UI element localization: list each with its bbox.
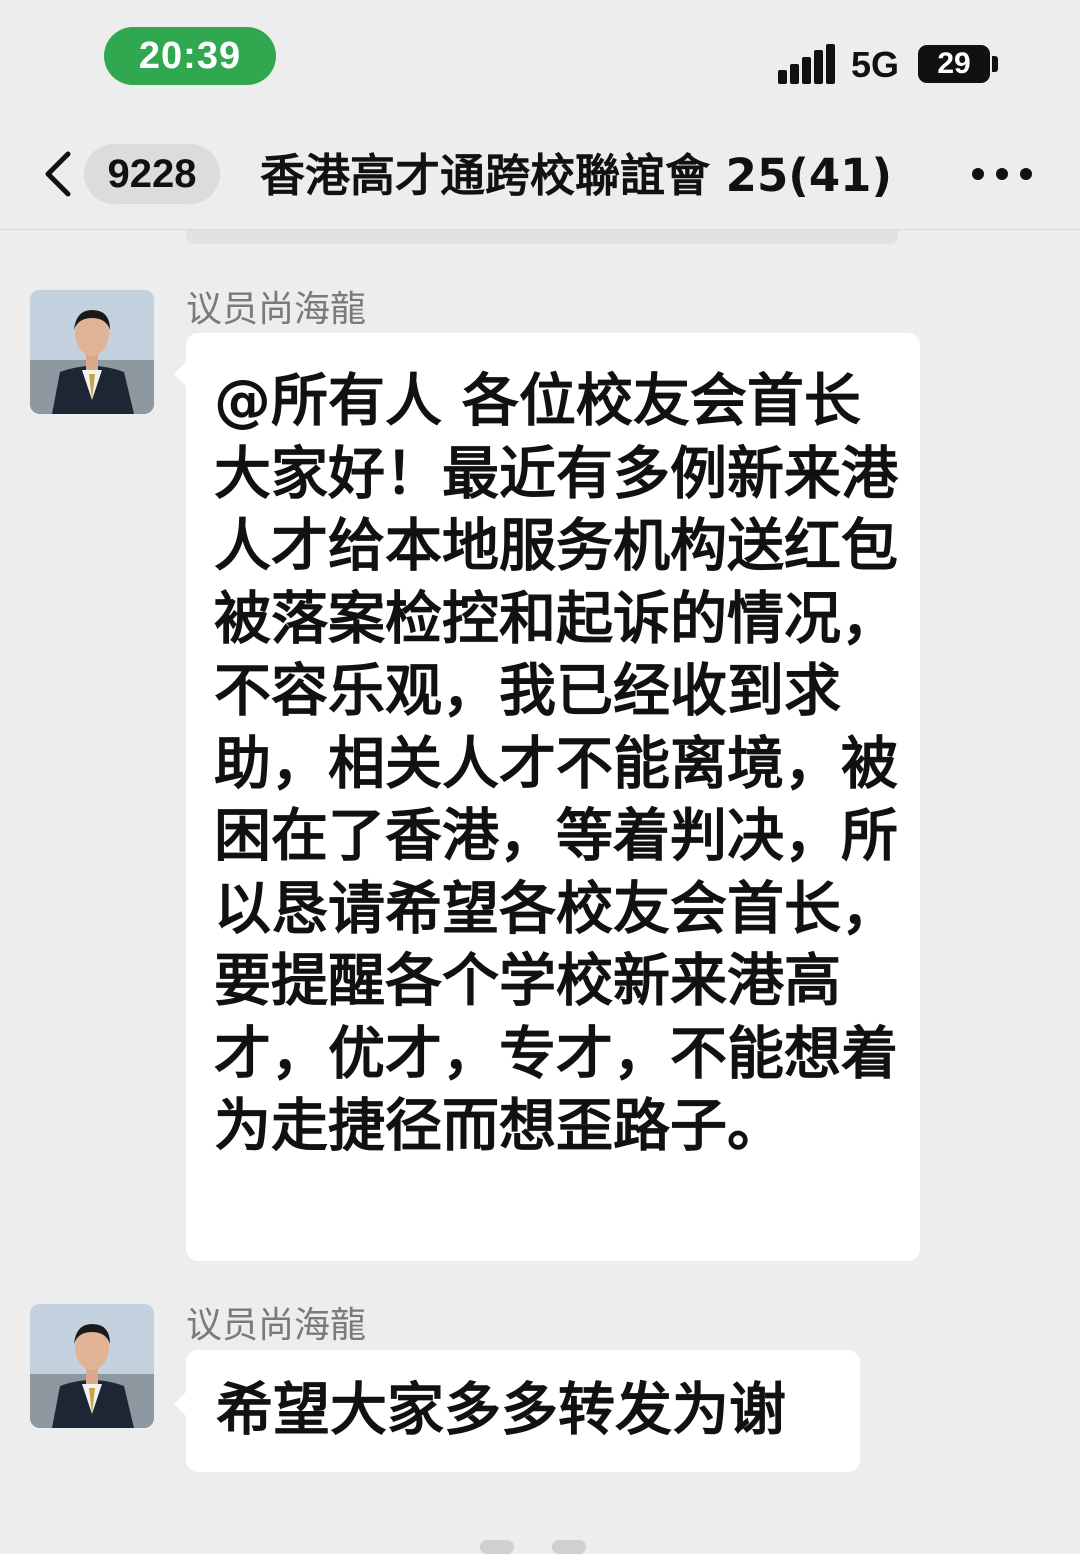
signal-icon: [778, 44, 835, 84]
message-text: @所有人 各位校友会首长大家好！最近有多例新来港人才给本地服务机构送红包被落案检…: [214, 368, 898, 1159]
sender-name: 议员尚海龍: [186, 1305, 367, 1346]
message-text: 希望大家多多转发为谢: [216, 1377, 786, 1443]
chat-title: 香港高才通跨校聯誼會 25(41): [260, 149, 893, 202]
sender-avatar[interactable]: [30, 1304, 154, 1428]
battery-tip: [992, 56, 998, 72]
pinned-banner-edge: [186, 230, 898, 244]
unread-count-badge[interactable]: 9228: [84, 144, 220, 204]
chevron-left-icon[interactable]: [40, 150, 80, 198]
message-bubble[interactable]: 希望大家多多转发为谢: [186, 1350, 860, 1472]
loading-indicator: [480, 1540, 600, 1554]
sender-name: 议员尚海龍: [186, 289, 367, 330]
chat-screen: 20:39 5G 29 9228 香港高才通跨校聯誼會 25(41) 议员尚海龍…: [0, 0, 1080, 1554]
battery-icon: 29: [918, 45, 990, 83]
avatar-portrait: [30, 1304, 154, 1428]
status-bar: 20:39 5G 29: [0, 0, 1080, 110]
chat-header: 9228 香港高才通跨校聯誼會 25(41): [0, 118, 1080, 230]
message-bubble[interactable]: @所有人 各位校友会首长大家好！最近有多例新来港人才给本地服务机构送红包被落案检…: [186, 333, 920, 1261]
network-label: 5G: [851, 44, 900, 85]
battery-level: 29: [937, 47, 971, 80]
more-dots-icon[interactable]: [972, 168, 1034, 182]
status-time: 20:39: [104, 27, 276, 85]
sender-avatar[interactable]: [30, 290, 154, 414]
bubble-tail: [174, 362, 186, 386]
bubble-tail: [174, 1392, 186, 1416]
avatar-portrait: [30, 290, 154, 414]
